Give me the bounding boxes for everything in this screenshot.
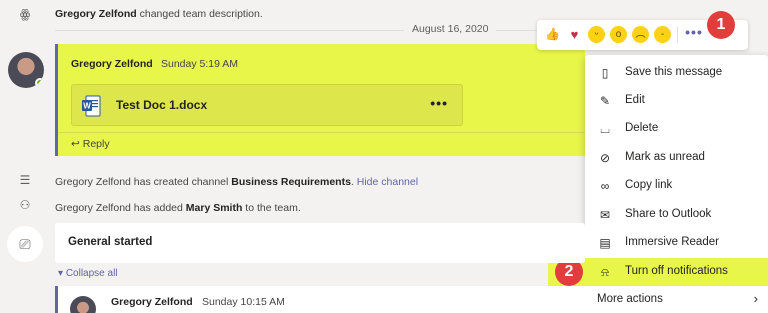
message-sender: Gregory Zelfond [71,58,153,70]
more-options-button[interactable]: ••• [683,23,705,45]
link-icon: ∞ [600,179,610,193]
reply-arrow-icon: ↩ [71,138,80,150]
date-label: August 16, 2020 [404,23,497,35]
reader-icon: ▤ [599,236,611,250]
message-card[interactable]: Gregory Zelfond Sunday 5:19 AM W Test Do… [55,44,585,156]
system-message-member-added: Gregory Zelfond has added Mary Smith to … [55,202,301,214]
chevron-right-icon: › [753,291,758,306]
laugh-icon[interactable]: ᵕ [588,26,605,43]
avatar[interactable] [8,52,44,88]
team-icon: ꙮ [19,7,31,21]
menu-item-share-outlook[interactable]: ✉ Share to Outlook [585,201,768,229]
step-badge-1: 1 [707,11,735,39]
reply-button[interactable]: ↩ Reply [71,138,110,150]
file-more-options-button[interactable]: ••• [430,95,448,111]
like-icon[interactable]: 👍 [544,26,561,43]
trash-icon: ⌴ [600,122,610,136]
collapse-all-button[interactable]: ▾ Collapse all [58,268,118,279]
bookmark-icon: ▯ [601,66,609,80]
mail-icon: ✉ [599,208,611,222]
reply-divider [58,132,585,133]
menu-item-edit[interactable]: ✎ Edit [585,87,768,115]
message-timestamp: Sunday 10:15 AM [202,296,285,308]
meeting-icon: ⎚ [7,226,43,262]
surprised-icon[interactable]: o [610,26,627,43]
nested-message[interactable]: Gregory Zelfond Sunday 10:15 AM [55,286,585,313]
menu-item-mark-unread[interactable]: ⊘ Mark as unread [585,144,768,172]
reactions-divider [677,27,678,43]
meeting-title: General started [68,236,153,248]
word-file-icon: W [82,95,101,117]
heart-icon[interactable]: ♥ [566,26,583,43]
menu-item-more-actions[interactable]: More actions [597,293,663,305]
actor-name: Gregory Zelfond [55,8,137,20]
chevron-down-icon: ▾ [58,268,66,279]
message-sender: Gregory Zelfond [111,296,193,308]
menu-item-copy-link[interactable]: ∞ Copy link [585,172,768,200]
meeting-card[interactable]: General started [55,223,585,263]
system-message-channel-created: Gregory Zelfond has created channel Busi… [55,176,419,188]
eye-off-icon: ⊘ [599,151,611,165]
pencil-icon: ✎ [599,94,611,108]
angry-icon[interactable]: - [654,26,671,43]
channel-icon: ☰ [19,173,31,187]
message-timestamp: Sunday 5:19 AM [161,58,239,70]
svg-text:W: W [83,102,91,111]
sad-icon[interactable]: ︵ [632,26,649,43]
file-attachment[interactable]: W Test Doc 1.docx ••• [71,84,463,126]
bell-off-icon: ⍾ [601,265,609,279]
system-message-team-desc: Gregory Zelfond changed team description… [55,8,263,20]
reply-label: Reply [82,138,110,150]
presence-available-icon [35,78,44,88]
menu-item-save-message[interactable]: ▯ Save this message [585,59,768,87]
avatar[interactable] [70,296,96,313]
file-name[interactable]: Test Doc 1.docx [116,98,207,112]
hide-channel-link[interactable]: Hide channel [357,176,418,188]
add-person-icon: ⚇ [19,198,31,212]
menu-item-delete[interactable]: ⌴ Delete [585,115,768,143]
menu-item-immersive-reader[interactable]: ▤ Immersive Reader [585,229,768,257]
message-context-menu: ▯ Save this message ✎ Edit ⌴ Delete ⊘ Ma… [548,55,768,313]
